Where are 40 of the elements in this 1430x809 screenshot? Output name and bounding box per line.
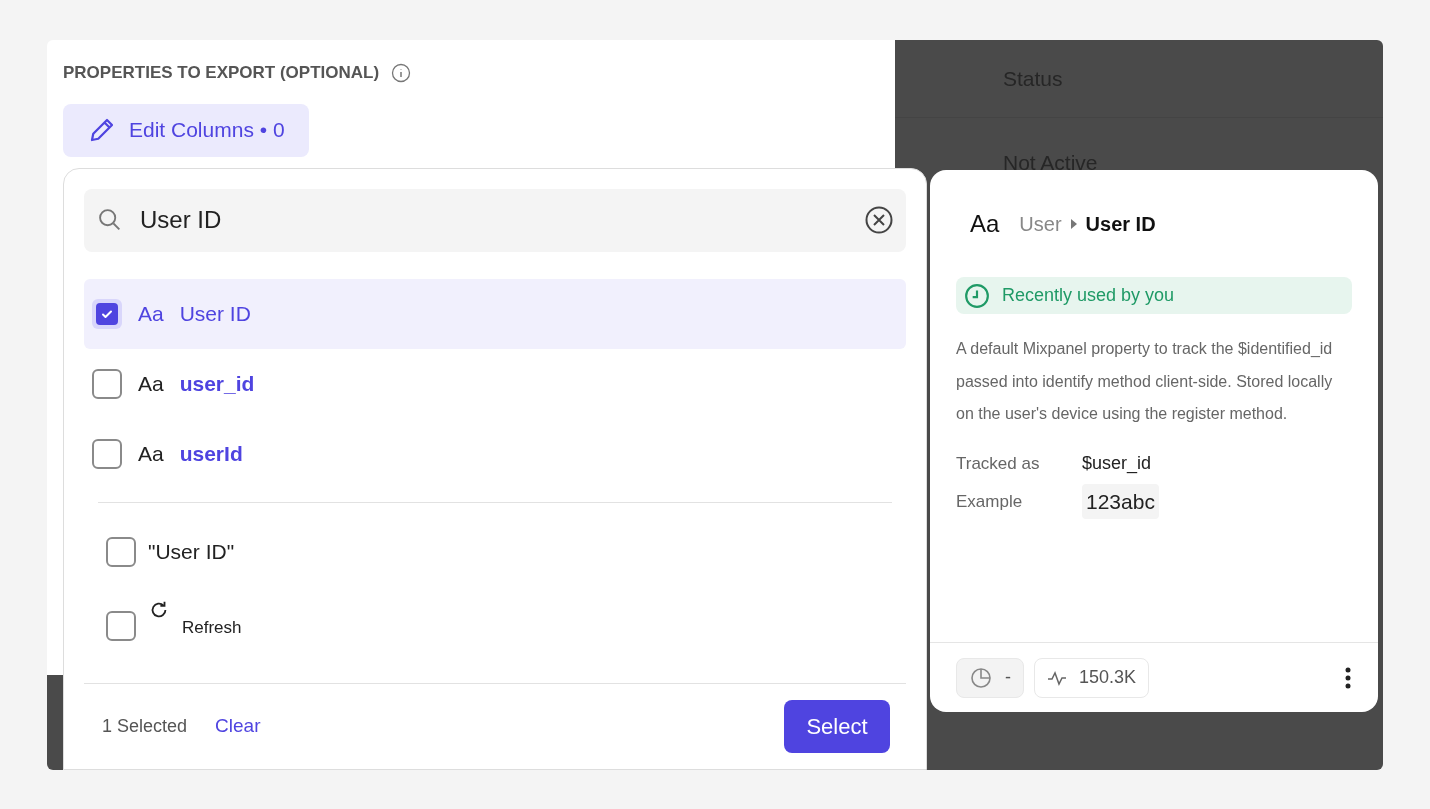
more-icon[interactable] — [1344, 665, 1352, 690]
option-label: "User ID" — [148, 538, 235, 565]
option-label: User ID — [179, 300, 251, 327]
type-glyph: Aa — [138, 370, 164, 397]
property-option[interactable]: Aa user_id — [84, 348, 906, 419]
property-option[interactable]: Aa userId — [84, 418, 906, 489]
clear-link[interactable]: Clear — [215, 712, 261, 741]
stat-chip[interactable]: - — [956, 657, 1024, 698]
field-label: Example — [956, 490, 1024, 513]
property-option[interactable]: Aa User ID — [84, 278, 906, 349]
type-glyph: Aa — [138, 440, 164, 467]
checkbox[interactable] — [106, 610, 136, 641]
select-button[interactable]: Select — [784, 699, 890, 753]
checkbox[interactable] — [106, 536, 136, 567]
field-value: 123abc — [1082, 483, 1159, 520]
breadcrumb-parent: User — [1019, 211, 1062, 237]
selected-count: 1 Selected — [102, 714, 188, 738]
type-glyph: Aa — [138, 300, 164, 327]
checkbox[interactable] — [92, 438, 122, 469]
option-label: user_id — [179, 370, 255, 397]
search-field[interactable]: User ID — [84, 189, 906, 252]
recent-badge: Recently used by you — [956, 277, 1352, 314]
field-label: Tracked as — [956, 452, 1041, 475]
activity-icon — [1047, 669, 1067, 686]
info-icon — [391, 62, 412, 83]
checkbox[interactable] — [92, 368, 122, 399]
section-title: PROPERTIES TO EXPORT (OPTIONAL) — [63, 62, 380, 84]
checkbox[interactable] — [92, 298, 122, 329]
stat-chip[interactable]: 150.3K — [1034, 657, 1150, 698]
caret-icon — [1069, 217, 1078, 230]
type-glyph: Aa — [970, 208, 1000, 239]
edit-columns-button[interactable]: Edit Columns • 0 — [63, 103, 309, 157]
clear-icon[interactable] — [864, 205, 894, 236]
property-title: User ID — [1085, 211, 1156, 237]
property-description: A default Mixpanel property to track the $identified_id passed into identify method client-side. Stored locally on the user's device using the register method. — [956, 339, 1334, 424]
option-label: Refresh — [182, 616, 242, 639]
pie-chart-icon — [969, 665, 993, 690]
clock-icon — [964, 282, 990, 309]
field-value: $user_id — [1082, 452, 1152, 476]
option-label: userId — [179, 440, 243, 467]
